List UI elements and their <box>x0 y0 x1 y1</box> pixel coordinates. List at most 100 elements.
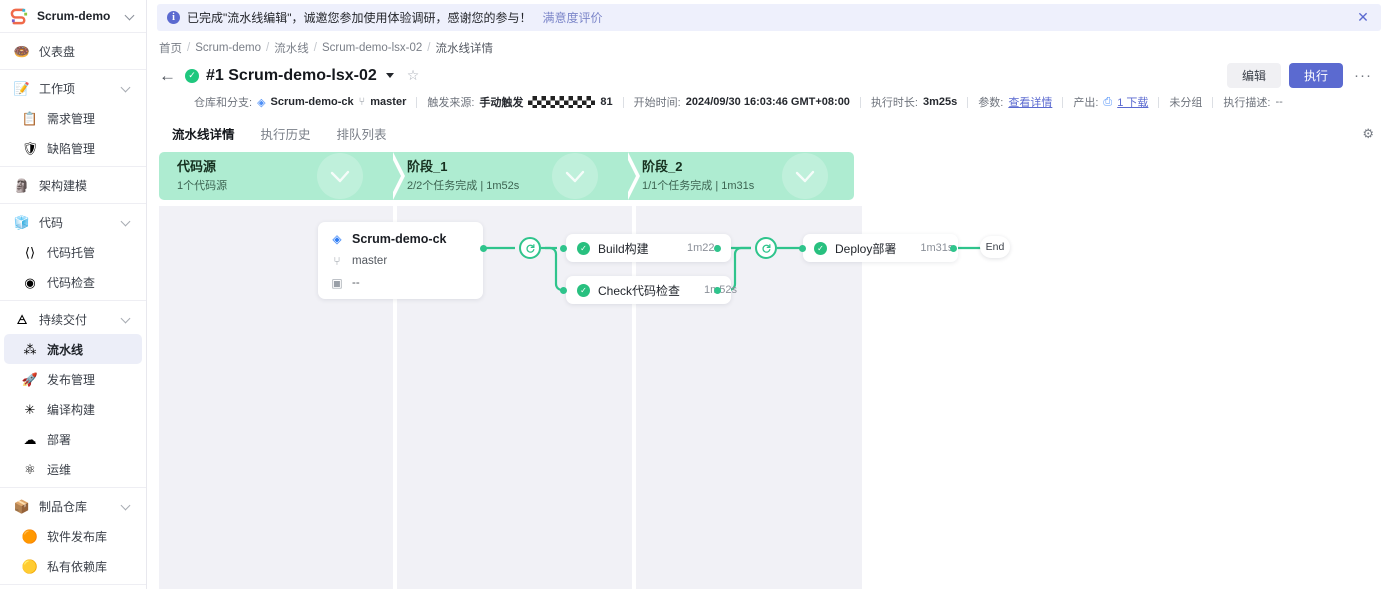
sidebar-item-code-host[interactable]: ⟨⟩ 代码托管 <box>4 237 142 267</box>
task-out-port <box>714 245 721 252</box>
sidebar-item-release-repo[interactable]: 🟠 软件发布库 <box>4 521 142 551</box>
breadcrumb-item[interactable]: Scrum-demo-lsx-02 <box>322 42 422 54</box>
sidebar-item-label: 缺陷管理 <box>47 141 96 156</box>
desc-value: -- <box>1275 96 1283 108</box>
success-check-icon: ✓ <box>577 283 590 297</box>
trigger-label: 触发来源: <box>427 97 475 109</box>
breadcrumb-item[interactable]: 流水线 <box>274 40 309 56</box>
sidebar-item-work-item[interactable]: 📝 工作项 <box>4 73 142 103</box>
sidebar-item-label: 制品仓库 <box>39 499 88 514</box>
retry-icon[interactable] <box>519 237 541 259</box>
source-out-port <box>480 245 487 252</box>
breadcrumb-separator: / <box>266 42 270 54</box>
tag-icon: ▣ <box>331 276 343 290</box>
breadcrumb-separator: / <box>313 42 317 54</box>
stage-arrow <box>389 152 401 200</box>
pipeline-canvas: 代码源 1个代码源 阶段_1 2/2个任务完成 | 1m52s 阶段_2 1/1个任务完成… <box>147 140 1389 589</box>
release-repo-icon: 🟠 <box>21 528 39 544</box>
sidebar-item-code-check[interactable]: ◉ 代码检查 <box>4 267 142 297</box>
chevron-down-icon[interactable] <box>120 313 132 325</box>
sidebar-item-pipeline[interactable]: ⁂ 流水线 <box>4 334 142 364</box>
sidebar-group: 🜁 持续交付 ⁂ 流水线 🚀 发布管理 ✳ 编译构建 ☁ 部署 ⚛ 运维 <box>0 301 146 488</box>
sidebar-item-defect[interactable]: 🛡 缺陷管理 <box>4 133 142 163</box>
divider <box>1158 96 1160 108</box>
branch-icon: ⑂ <box>358 96 366 108</box>
run-button[interactable]: 执行 <box>1288 63 1343 88</box>
retry-icon[interactable] <box>755 237 777 259</box>
sidebar-item-label: 运维 <box>47 462 72 477</box>
desc-label: 执行描述: <box>1223 97 1271 109</box>
source-branch-name: master <box>352 255 388 267</box>
continuous-delivery-icon: 🜁 <box>16 311 28 327</box>
sidebar-item-label: 代码托管 <box>47 245 96 260</box>
dashboard-icon: 🍩 <box>13 43 31 59</box>
sidebar-item-label: 代码 <box>39 215 64 230</box>
task-duration: 1m31s <box>920 242 954 254</box>
task-node[interactable]: ✓ Check代码检查 1m52s <box>566 276 737 304</box>
sidebar-group: 📝 工作项 📋 需求管理 🛡 缺陷管理 <box>0 70 146 167</box>
defect-icon: 🛡 <box>21 140 39 156</box>
sidebar-item-label: 仪表盘 <box>39 44 76 59</box>
source-node-branch: ⑂ master <box>330 254 471 268</box>
divider <box>1212 96 1214 108</box>
task-name: Build构建 <box>598 241 649 256</box>
release-icon: 🚀 <box>21 371 39 387</box>
chevron-down-icon[interactable] <box>124 10 136 22</box>
task-in-port <box>560 245 567 252</box>
output-download-link[interactable]: 1 下载 <box>1117 94 1148 110</box>
caret-down-icon[interactable] <box>385 73 394 78</box>
sidebar-item-code[interactable]: 🧊 代码 <box>4 207 142 237</box>
source-node[interactable]: ◈ Scrum-demo-ck ⑂ master ▣ -- <box>318 222 483 299</box>
run-metadata: 仓库和分支: ◈ Scrum-demo-ck ⑂ master 触发来源: 手动… <box>194 94 1389 110</box>
sidebar-item-label: 部署 <box>47 432 72 447</box>
task-in-port <box>799 245 806 252</box>
end-node: End <box>980 236 1010 258</box>
sidebar-item-continuous-delivery[interactable]: 🜁 持续交付 <box>4 304 142 334</box>
chevron-down-icon[interactable] <box>120 500 132 512</box>
group-value: 未分组 <box>1169 97 1203 109</box>
app-root: Scrum-demo 🍩 仪表盘 📝 工作项 📋 需求管理 🛡 缺陷管理 🗿 架构建模 🧊 代码 ⟨⟩ 代… <box>0 0 1389 589</box>
header-actions: 编辑 执行 ··· <box>1226 63 1375 88</box>
sidebar-item-artifact-repo[interactable]: 📦 制品仓库 <box>4 491 142 521</box>
back-arrow-icon[interactable]: ← <box>159 67 177 84</box>
breadcrumb-item[interactable]: 首页 <box>159 40 182 56</box>
sidebar-item-release[interactable]: 🚀 发布管理 <box>4 364 142 394</box>
source-tag-value: -- <box>352 277 360 289</box>
sidebar-group: 🟩测试 <box>0 585 146 589</box>
success-check-icon: ✓ <box>814 241 827 255</box>
divider <box>416 96 418 108</box>
chevron-down-icon[interactable] <box>120 216 132 228</box>
branch-name: master <box>370 96 407 108</box>
sidebar-item-private-dep[interactable]: 🟡 私有依赖库 <box>4 551 142 581</box>
edit-button[interactable]: 编辑 <box>1226 63 1281 88</box>
sidebar-item-requirement[interactable]: 📋 需求管理 <box>4 103 142 133</box>
sidebar-item-build[interactable]: ✳ 编译构建 <box>4 394 142 424</box>
start-time-value: 2024/09/30 16:03:46 GMT+08:00 <box>685 96 850 108</box>
task-node[interactable]: ✓ Deploy部署 1m31s <box>803 234 958 262</box>
params-detail-link[interactable]: 查看详情 <box>1008 94 1052 110</box>
breadcrumb-item[interactable]: Scrum-demo <box>195 42 261 54</box>
sidebar-item-label: 持续交付 <box>39 312 88 327</box>
sidebar-item-label: 软件发布库 <box>47 529 108 544</box>
star-favorite-icon[interactable]: ☆ <box>407 67 420 84</box>
private-dep-icon: 🟡 <box>21 558 39 574</box>
source-node-title: ◈ Scrum-demo-ck <box>330 232 471 246</box>
breadcrumb-item: 流水线详情 <box>435 43 493 55</box>
sidebar-item-ops[interactable]: ⚛ 运维 <box>4 454 142 484</box>
sidebar-item-dashboard[interactable]: 🍩 仪表盘 <box>4 36 142 66</box>
sidebar-item-deploy[interactable]: ☁ 部署 <box>4 424 142 454</box>
banner-text: 已完成"流水线编辑"，诚邀您参加使用体验调研，感谢您的参与！ <box>187 11 532 25</box>
requirement-icon: 📋 <box>21 110 39 126</box>
code-check-icon: ◉ <box>24 274 36 290</box>
more-options-icon[interactable]: ··· <box>1351 67 1375 84</box>
sidebar-item-label: 编译构建 <box>47 402 96 417</box>
task-node[interactable]: ✓ Build构建 1m22s <box>566 234 731 262</box>
satisfaction-survey-link[interactable]: 满意度评价 <box>543 9 603 26</box>
task-duration: 1m52s <box>688 284 737 296</box>
project-switcher[interactable]: Scrum-demo <box>0 0 146 33</box>
sidebar-item-architecture[interactable]: 🗿 架构建模 <box>4 170 142 200</box>
close-icon[interactable]: ✕ <box>1355 9 1371 26</box>
sidebar-group: 🧊 代码 ⟨⟩ 代码托管 ◉ 代码检查 <box>0 204 146 301</box>
chevron-down-icon[interactable] <box>120 82 132 94</box>
scrum-logo-icon <box>10 7 29 26</box>
